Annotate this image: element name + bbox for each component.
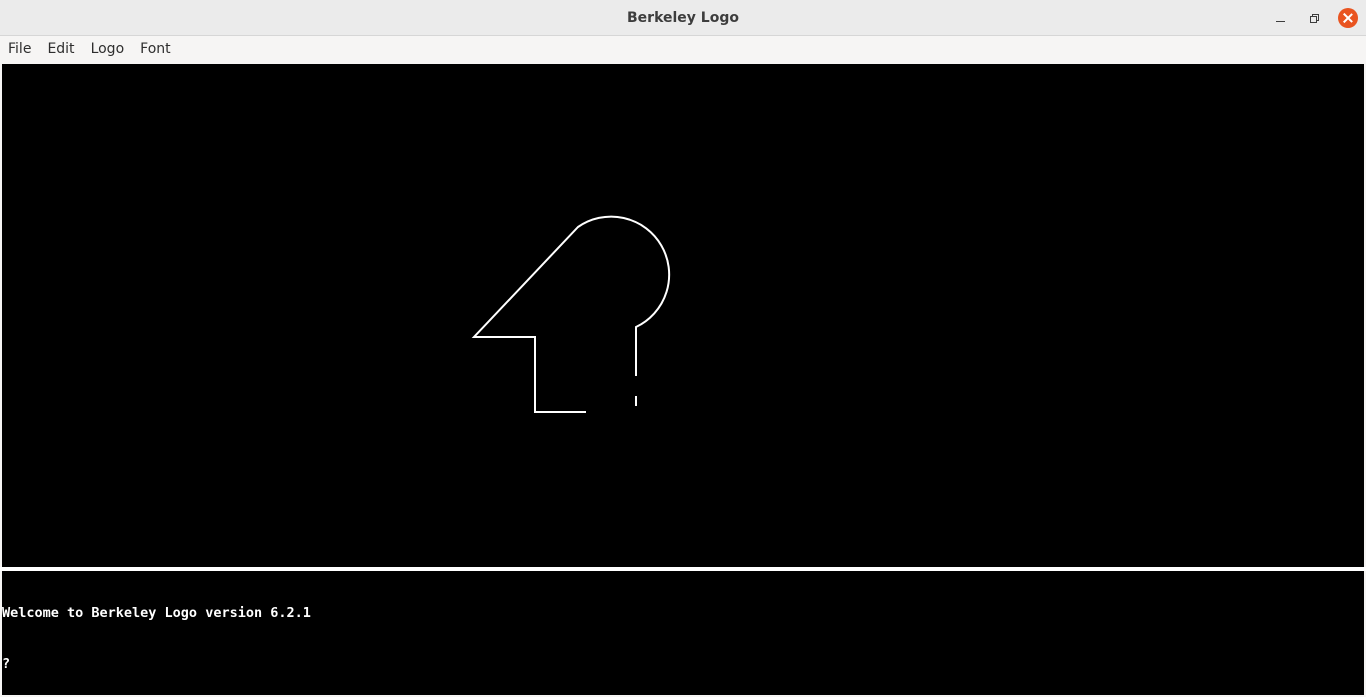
minimize-button[interactable] <box>1270 8 1290 28</box>
console-prompt-line: ? <box>2 656 11 672</box>
restore-icon <box>1310 14 1319 23</box>
close-icon <box>1343 13 1353 23</box>
menu-file[interactable]: File <box>0 36 39 62</box>
restore-button[interactable] <box>1304 8 1324 28</box>
menu-logo[interactable]: Logo <box>83 36 133 62</box>
menu-bar: File Edit Logo Font <box>0 36 1366 62</box>
menu-edit[interactable]: Edit <box>39 36 82 62</box>
close-button[interactable] <box>1338 8 1358 28</box>
command-console[interactable]: Welcome to Berkeley Logo version 6.2.1 ?… <box>2 571 1364 695</box>
turtle-graphics-canvas[interactable] <box>2 64 1364 567</box>
window-title: Berkeley Logo <box>627 10 739 26</box>
menu-font[interactable]: Font <box>132 36 178 62</box>
turtle-drawing <box>471 215 671 413</box>
title-bar[interactable]: Berkeley Logo <box>0 0 1366 36</box>
app-window: Berkeley Logo File Edit Logo Font Welcom… <box>0 0 1366 697</box>
console-welcome-line: Welcome to Berkeley Logo version 6.2.1 <box>2 605 311 621</box>
turtle-path <box>471 215 671 413</box>
minimize-icon <box>1275 20 1285 22</box>
